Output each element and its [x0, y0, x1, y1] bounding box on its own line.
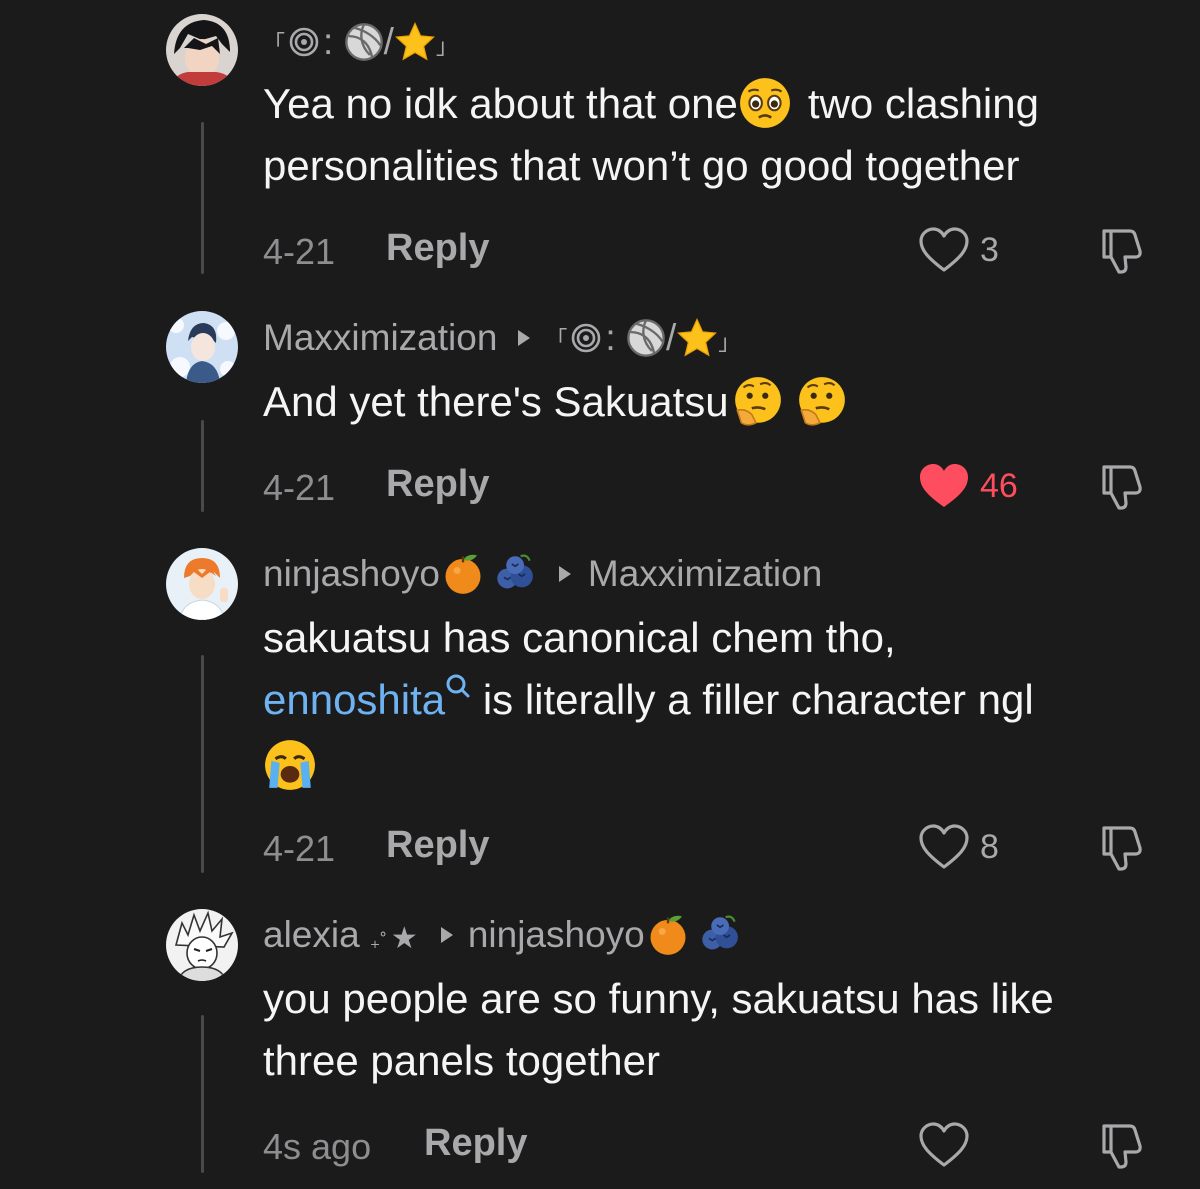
comment-text: And yet there's Sakuatsu	[263, 371, 849, 433]
heart-filled-icon	[920, 464, 968, 507]
comment-line: three panels together	[263, 1037, 660, 1084]
reply-to-name[interactable]: ninjashoyo	[468, 914, 739, 956]
thinking-face-icon	[797, 375, 846, 427]
reply-button[interactable]: Reply	[386, 463, 489, 506]
blueberries-icon	[496, 554, 534, 590]
comment-date: 4-21	[263, 231, 336, 272]
like-button[interactable]: 46	[918, 461, 1018, 511]
volleyball-icon	[344, 23, 383, 61]
dislike-button[interactable]	[1096, 461, 1146, 516]
reply-button[interactable]: Reply	[424, 1122, 527, 1165]
like-button[interactable]: 8	[918, 822, 999, 872]
play-arrow-icon	[518, 330, 531, 346]
dislike-button[interactable]	[1096, 225, 1146, 280]
dislike-button[interactable]	[1096, 1120, 1146, 1175]
play-arrow-icon	[558, 566, 571, 582]
thinking-face-icon	[733, 375, 782, 427]
star-icon	[678, 318, 717, 356]
like-count: 3	[980, 230, 999, 269]
reply-button[interactable]: Reply	[386, 824, 489, 867]
comment-line: you people are so funny, sakuatsu has li…	[263, 975, 1054, 1022]
heart-outline-icon	[919, 824, 969, 869]
reply-to-name[interactable]: 「 : / 」	[263, 21, 458, 63]
reply-button[interactable]: Reply	[386, 227, 489, 270]
reply-header: Maxximization 「 : / 」	[263, 316, 740, 360]
orange-icon	[445, 554, 481, 594]
swirl-icon	[572, 323, 601, 353]
orange-icon	[650, 915, 686, 955]
comment-text: you people are so funny, sakuatsu has li…	[263, 968, 1054, 1092]
play-arrow-icon	[440, 927, 453, 943]
thread-line	[201, 122, 204, 274]
comment-text: sakuatsu has canonical chem tho, ennoshi…	[263, 607, 1034, 793]
reply-header: alexia ₊˚ ★ ninjashoyo	[263, 913, 739, 957]
avatar[interactable]	[166, 14, 238, 86]
reply-header: ninjashoyo Maxximization	[263, 552, 822, 596]
comment-date: 4-21	[263, 828, 336, 869]
username[interactable]: Maxximization	[263, 317, 497, 359]
comment-line: sakuatsu has canonical chem tho,	[263, 614, 896, 661]
blueberries-icon	[700, 915, 739, 951]
dislike-icon	[1102, 1124, 1142, 1169]
dislike-icon	[1102, 826, 1142, 871]
username[interactable]: ninjashoyo	[263, 553, 534, 595]
like-count: 46	[980, 466, 1018, 505]
avatar[interactable]	[166, 909, 238, 981]
thread-line	[201, 420, 204, 512]
dislike-icon	[1102, 229, 1142, 274]
heart-outline-icon	[919, 1122, 969, 1167]
thread-line	[201, 1015, 204, 1173]
mention-link[interactable]: ennoshita	[263, 674, 471, 723]
dislike-icon	[1102, 465, 1142, 510]
like-count: 8	[980, 827, 999, 866]
search-icon	[446, 674, 470, 698]
like-button[interactable]	[918, 1120, 980, 1170]
comment-date: 4s ago	[263, 1126, 372, 1167]
comment-date: 4-21	[263, 467, 336, 508]
like-button[interactable]: 3	[918, 225, 999, 275]
crying-face-icon	[263, 738, 317, 792]
pleading-face-icon	[738, 76, 792, 130]
comment-text: Yea no idk about that one two clashing pe…	[263, 73, 1039, 197]
avatar[interactable]	[166, 311, 238, 383]
heart-outline-icon	[919, 227, 969, 272]
reply-header: 「 : / 」	[263, 20, 458, 64]
volleyball-icon	[627, 319, 665, 357]
dislike-button[interactable]	[1096, 822, 1146, 877]
reply-to-name[interactable]: Maxximization	[588, 553, 822, 595]
swirl-icon	[289, 27, 319, 57]
comment-line: is literally a filler character ngl	[482, 676, 1034, 723]
avatar[interactable]	[166, 548, 238, 620]
star-icon	[395, 22, 435, 60]
reply-to-name[interactable]: 「 : / 」	[545, 317, 740, 359]
thread-line	[201, 655, 204, 873]
username[interactable]: alexia ₊˚ ★	[263, 914, 418, 956]
